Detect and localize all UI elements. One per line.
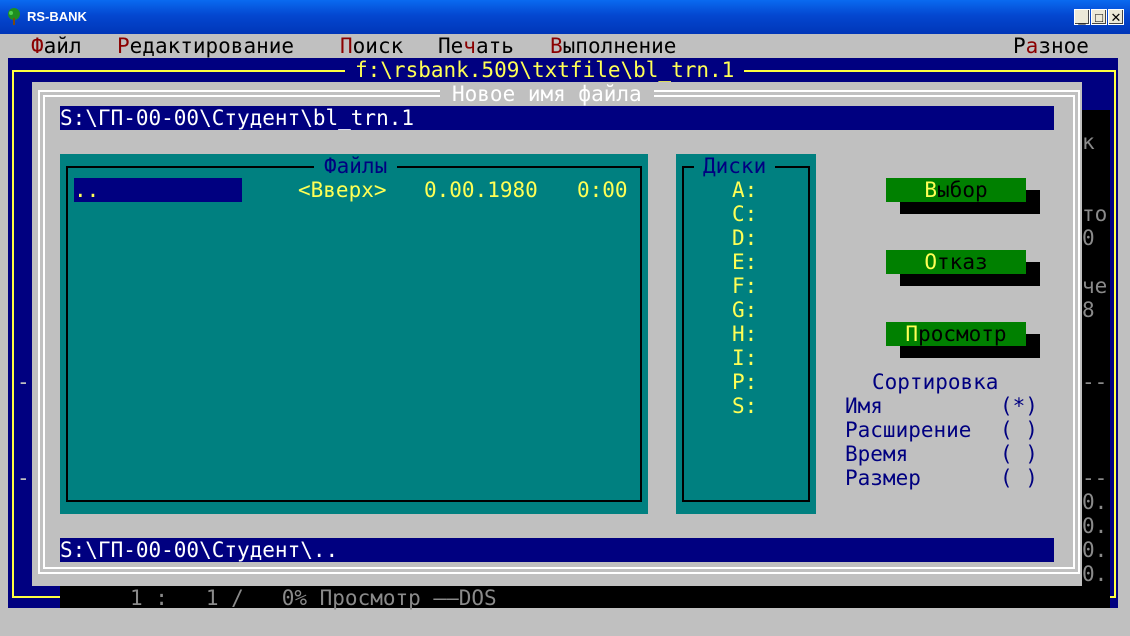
bg-text: 0. (1082, 538, 1108, 562)
files-title: Файлы (314, 154, 398, 178)
disk-item[interactable]: D: (732, 226, 757, 250)
disk-item[interactable]: F: (732, 274, 757, 298)
disk-item[interactable]: H: (732, 322, 757, 346)
cancel-button[interactable]: Отказ (886, 250, 1026, 274)
disk-item[interactable]: P: (732, 370, 757, 394)
sort-option-label[interactable]: Время (845, 442, 908, 466)
bg-text: к (1082, 130, 1095, 154)
menu-print[interactable]: Печать (438, 34, 514, 58)
disks-title: Диски (694, 154, 776, 178)
bg-text: 0 (1082, 226, 1095, 250)
disk-item[interactable]: A: (732, 178, 757, 202)
bg-text: то (1082, 202, 1108, 226)
bg-text: - (17, 370, 30, 394)
sort-option-label[interactable]: Расширение (845, 418, 971, 442)
sort-option-label[interactable]: Имя (845, 394, 883, 418)
disk-item[interactable]: S: (732, 394, 757, 418)
maximize-icon: □ (1095, 10, 1103, 25)
sort-option-label[interactable]: Размер (845, 466, 921, 490)
window-title: RS-BANK (27, 9, 87, 24)
filename-input[interactable]: S:\ГП-00-00\Студент\bl_trn.1 (60, 106, 1054, 130)
menu-misc[interactable]: Разное (1013, 34, 1089, 58)
disk-item[interactable]: G: (732, 298, 757, 322)
sort-radio[interactable]: ( ) (1000, 418, 1038, 442)
sort-radio[interactable]: (*) (1000, 394, 1038, 418)
menu-edit[interactable]: Редактирование (117, 34, 294, 58)
bg-text: 0. (1082, 562, 1108, 586)
bg-text: 0. (1082, 514, 1108, 538)
menu-search[interactable]: Поиск (340, 34, 403, 58)
minimize-icon: _ (1078, 10, 1086, 25)
file-date: 0.00.1980 (424, 178, 538, 202)
close-button[interactable]: ✕ (1108, 9, 1124, 25)
menu-file[interactable]: Файл (31, 34, 82, 58)
select-button[interactable]: Выбор (886, 178, 1026, 202)
bg-text: -- (1082, 466, 1108, 490)
disk-item[interactable]: I: (732, 346, 757, 370)
dialog-title: Новое имя файла (440, 82, 654, 106)
file-time: 0:00 (577, 178, 628, 202)
disk-item[interactable]: C: (732, 202, 757, 226)
sort-radio[interactable]: ( ) (1000, 442, 1038, 466)
menu-execute[interactable]: Выполнение (550, 34, 676, 58)
bg-text: 8 (1082, 298, 1095, 322)
sort-radio[interactable]: ( ) (1000, 466, 1038, 490)
maximize-button[interactable]: □ (1091, 9, 1107, 25)
minimize-button[interactable]: _ (1074, 9, 1090, 25)
close-icon: ✕ (1110, 10, 1122, 25)
file-row[interactable]: .. <Вверх> 0.00.1980 0:00 (72, 178, 642, 202)
window-title-bar[interactable] (0, 0, 1130, 34)
sort-title: Сортировка (872, 370, 999, 394)
bg-text: -- (1082, 370, 1108, 394)
file-name: .. (74, 178, 242, 202)
files-panel-frame (66, 166, 642, 502)
current-directory: S:\ГП-00-00\Студент\.. (60, 538, 1054, 562)
file-type: <Вверх> (298, 178, 387, 202)
editor-file-path: f:\rsbank.509\txtfile\bl_trn.1 (345, 58, 745, 82)
status-line: 1 : 1 / 0% Просмотр ——DOS (130, 586, 497, 610)
view-button[interactable]: Просмотр (886, 322, 1026, 346)
tree-icon (8, 8, 20, 25)
bg-text: 0. (1082, 490, 1108, 514)
bg-text: че (1082, 274, 1108, 298)
disk-item[interactable]: E: (732, 250, 757, 274)
bg-text: - (17, 466, 30, 490)
